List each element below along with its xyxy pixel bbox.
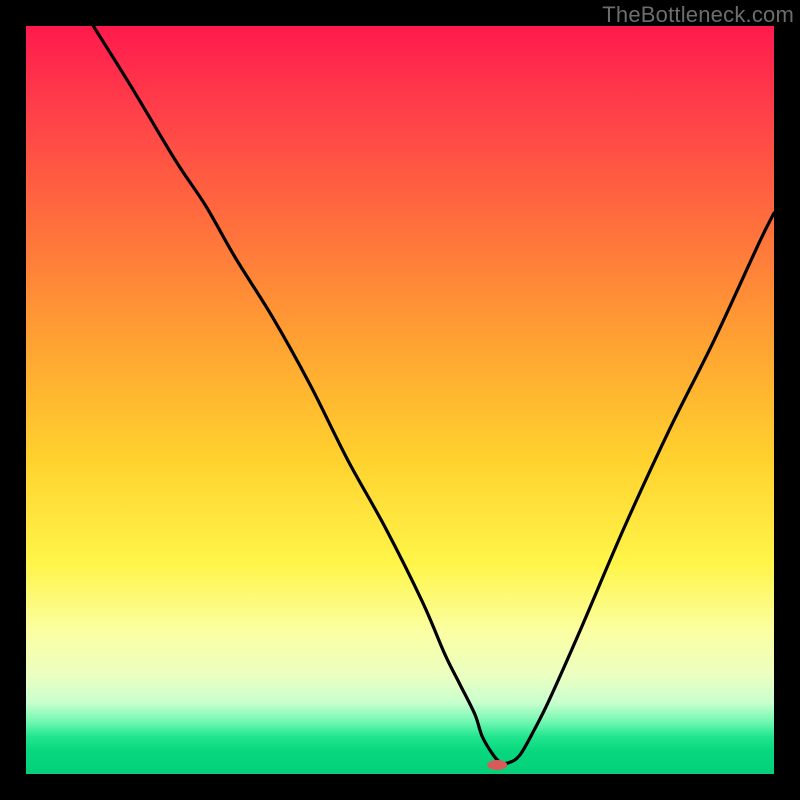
watermark-text: TheBottleneck.com — [602, 2, 794, 28]
highlight-point — [487, 760, 507, 770]
bottleneck-curve — [93, 26, 774, 764]
curve-layer — [26, 26, 774, 774]
chart-stage: TheBottleneck.com — [0, 0, 800, 800]
plot-area — [26, 26, 774, 774]
